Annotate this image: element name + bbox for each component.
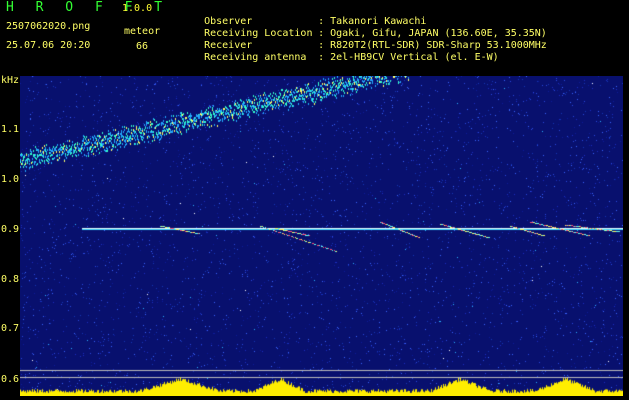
y-tick-0-7: 0.7 xyxy=(1,323,20,334)
meteor-count-value: 66 xyxy=(136,41,149,52)
antenna-key: Receiving antenna xyxy=(204,52,307,63)
y-tick-0-6: 0.6 xyxy=(1,374,20,385)
antenna-row: Receiving antenna:2el-HB9CV Vertical (el… xyxy=(180,40,499,76)
spectrogram-plot xyxy=(20,76,623,396)
y-axis-unit: kHz xyxy=(1,75,20,86)
meteor-count-label: meteor xyxy=(124,26,161,37)
antenna-value: 2el-HB9CV Vertical (el. E-W) xyxy=(330,52,499,63)
hrofft-window: H R O F F T 1.0.0 2507062020.png 25.07.0… xyxy=(0,0,629,400)
file-name: 2507062020.png xyxy=(6,21,91,32)
antenna-sep: : xyxy=(318,52,325,63)
y-tick-1-1: 1.1 xyxy=(1,124,20,135)
app-version: 1.0.0 xyxy=(122,3,153,14)
y-tick-0-8: 0.8 xyxy=(1,274,20,285)
timestamp: 25.07.06 20:20 xyxy=(6,40,91,51)
spectrogram-canvas xyxy=(20,76,623,396)
y-tick-0-9: 0.9 xyxy=(1,224,20,235)
y-tick-1-0: 1.0 xyxy=(1,174,20,185)
